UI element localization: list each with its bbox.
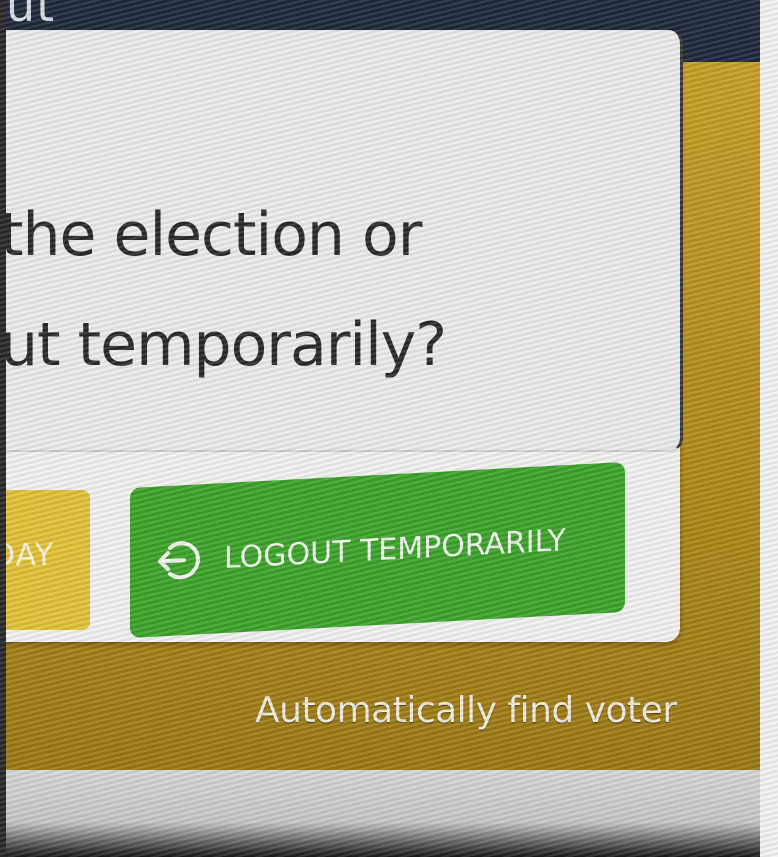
right-bezel [760, 0, 778, 857]
logout-button-label: LOGOUT TEMPORARILY [224, 522, 566, 576]
automatically-find-voter-link[interactable]: Automatically find voter [255, 690, 677, 731]
bottom-bezel [0, 770, 778, 857]
today-button[interactable]: DAY [0, 490, 90, 630]
left-bezel [0, 0, 6, 857]
dialog-question: the election or ut temporarily? [0, 180, 447, 400]
screen: ut the election or ut temporarily? DAY L… [0, 0, 778, 857]
question-line-2: ut temporarily? [0, 310, 447, 380]
today-button-label: DAY [0, 538, 55, 573]
logout-temporarily-button[interactable]: LOGOUT TEMPORARILY [130, 462, 625, 638]
logout-icon [156, 536, 202, 584]
dialog-message-area: the election or ut temporarily? [0, 30, 683, 452]
confirmation-dialog: the election or ut temporarily? DAY LOGO… [0, 30, 683, 642]
question-line-1: the election or [0, 200, 422, 270]
header-title: ut [6, 0, 56, 32]
